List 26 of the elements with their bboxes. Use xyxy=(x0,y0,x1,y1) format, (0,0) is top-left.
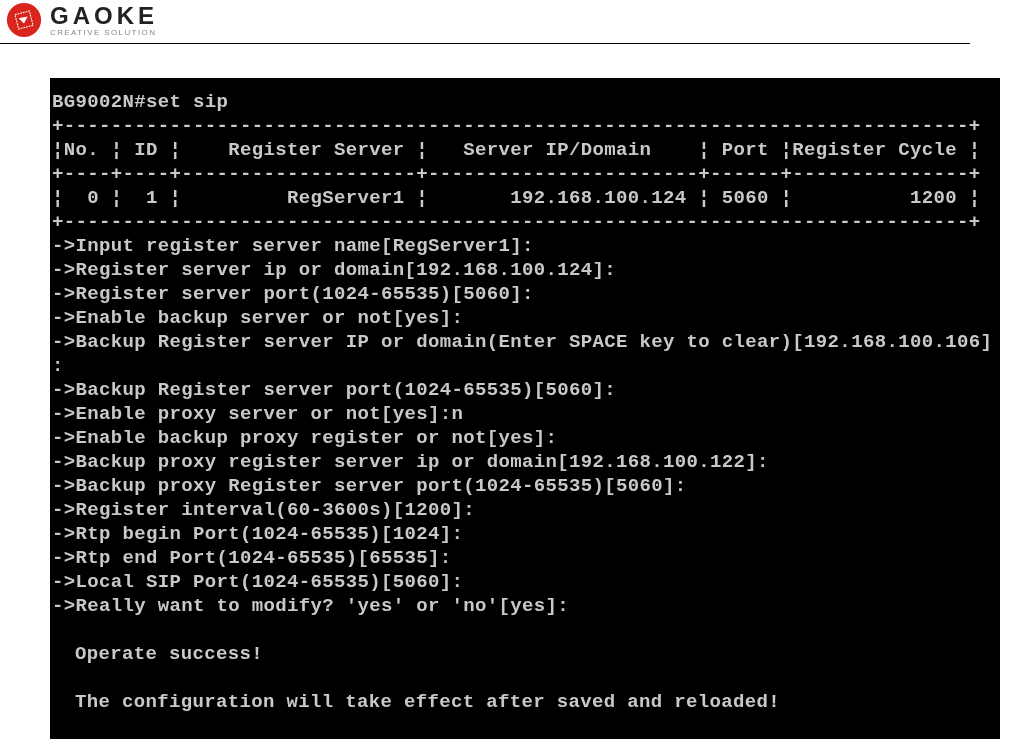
terminal-line: ->Rtp begin Port(1024-65535)[1024]: xyxy=(52,522,464,546)
terminal-line: BG9002N#set sip xyxy=(52,90,229,114)
terminal-line: ->Backup Register server port(1024-65535)[5060]: xyxy=(52,378,617,402)
terminal-line: ->Backup Register server IP or domain(Enter SPACE key to clear)[192.168.100.106] xyxy=(52,330,993,354)
terminal-line: ->Enable backup proxy register or not[yes]: xyxy=(52,426,558,450)
terminal-line: ¦ 0 ¦ 1 ¦ RegServer1 ¦ 192.168.100.124 ¦ 5060 ¦ 1200 ¦ xyxy=(52,186,981,210)
terminal-line: ->Register interval(60-3600s)[1200]: xyxy=(52,498,476,522)
terminal-line: ->Register server ip or domain[192.168.100.124]: xyxy=(52,258,617,282)
terminal-line: +-----------------------------------------------------------------------------+ xyxy=(52,114,981,138)
terminal-line: ->Input register server name[RegServer1]: xyxy=(52,234,534,258)
terminal-line: +-----------------------------------------------------------------------------+ xyxy=(52,210,981,234)
brand-name: GAOKE xyxy=(50,3,158,28)
terminal-line: ->Backup proxy register server ip or domain[192.168.100.122]: xyxy=(52,450,769,474)
terminal-line: ->Enable proxy server or not[yes]:n xyxy=(52,402,464,426)
terminal-line: ->Backup proxy Register server port(1024-65535)[5060]: xyxy=(52,474,687,498)
terminal-line: ->Rtp end Port(1024-65535)[65535]: xyxy=(52,546,452,570)
terminal-line: : xyxy=(52,354,64,378)
terminal-line: ->Register server port(1024-65535)[5060]: xyxy=(52,282,534,306)
terminal-line: +----+----+--------------------+-----------------------+------+---------------+ xyxy=(52,162,981,186)
terminal-line: ->Enable backup server or not[yes]: xyxy=(52,306,464,330)
brand-tagline: CREATIVE SOLUTION xyxy=(50,27,158,37)
terminal-line: ->Really want to modify? 'yes' or 'no'[yes]: xyxy=(52,594,570,618)
terminal-message: Operate success! xyxy=(74,642,264,666)
terminal-message: The configuration will take effect after saved and reloaded! xyxy=(74,690,781,714)
terminal-line: ¦No. ¦ ID ¦ Register Server ¦ Server IP/Domain ¦ Port ¦Register Cycle ¦ xyxy=(52,138,981,162)
terminal-line: ->Local SIP Port(1024-65535)[5060]: xyxy=(52,570,464,594)
